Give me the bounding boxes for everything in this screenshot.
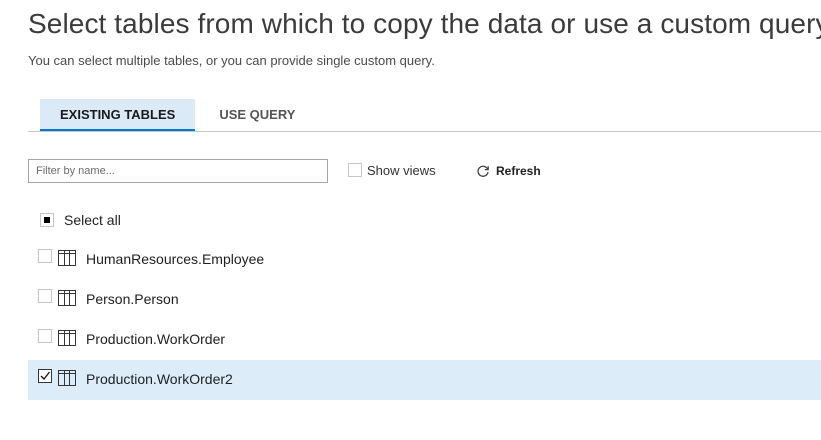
row-checkbox[interactable]: [38, 329, 52, 343]
table-name: HumanResources.Employee: [86, 251, 265, 267]
table-icon: [58, 370, 76, 391]
row-checkbox-checked[interactable]: [38, 369, 52, 383]
table-row[interactable]: Production.WorkOrder: [28, 320, 821, 360]
tab-bar: EXISTING TABLES USE QUERY: [40, 99, 315, 131]
copy-data-source-page: Select tables from which to copy the dat…: [0, 0, 821, 440]
show-views-label: Show views: [367, 162, 436, 178]
row-checkbox[interactable]: [38, 289, 52, 303]
select-all-label: Select all: [64, 212, 121, 228]
table-name: Production.WorkOrder2: [86, 371, 233, 387]
table-icon: [58, 250, 76, 271]
tab-divider: [28, 131, 821, 132]
table-name: Person.Person: [86, 291, 179, 307]
refresh-icon: [476, 164, 490, 178]
refresh-button[interactable]: Refresh: [476, 162, 541, 180]
row-checkbox[interactable]: [38, 249, 52, 263]
table-row[interactable]: HumanResources.Employee: [28, 240, 821, 280]
tab-existing-tables[interactable]: EXISTING TABLES: [40, 99, 196, 131]
checkmark-icon: [40, 371, 50, 380]
table-list: HumanResources.Employee Person.Person Pr…: [28, 240, 821, 400]
table-icon: [58, 290, 76, 311]
page-subtitle: You can select multiple tables, or you c…: [28, 53, 435, 68]
refresh-label: Refresh: [496, 164, 541, 178]
page-title: Select tables from which to copy the dat…: [28, 8, 821, 39]
show-views-checkbox[interactable]: [348, 163, 362, 177]
show-views-toggle[interactable]: Show views: [348, 161, 436, 179]
select-all-toggle[interactable]: Select all: [40, 210, 121, 230]
table-row-selected[interactable]: Production.WorkOrder2: [28, 360, 821, 400]
table-row[interactable]: Person.Person: [28, 280, 821, 320]
filter-by-name-input[interactable]: [28, 159, 328, 183]
table-icon: [58, 330, 76, 351]
tab-use-query[interactable]: USE QUERY: [199, 99, 315, 131]
table-name: Production.WorkOrder: [86, 331, 226, 347]
select-all-checkbox[interactable]: [40, 213, 54, 227]
